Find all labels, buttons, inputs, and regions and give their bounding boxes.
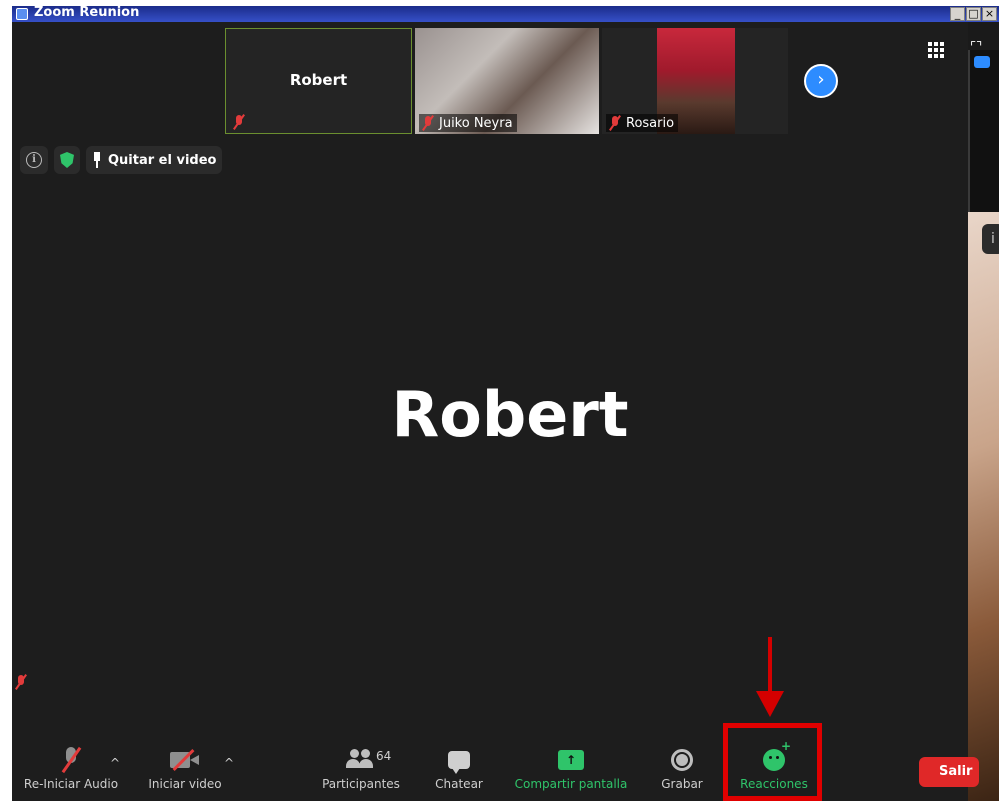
annotation-highlight-box — [723, 723, 822, 801]
video-button[interactable]: Iniciar video — [145, 745, 225, 791]
minimize-button[interactable]: _ — [950, 7, 965, 21]
annotation-arrow — [756, 637, 784, 721]
secondary-video — [968, 212, 999, 801]
muted-mic-icon — [608, 115, 622, 131]
video-off-icon — [170, 749, 200, 771]
next-page-button[interactable]: › — [804, 64, 838, 98]
thumbnail-name: Robert — [289, 71, 348, 89]
audio-button[interactable]: Re-Iniciar Audio — [22, 745, 120, 791]
participants-label: Participantes — [322, 777, 400, 791]
chat-label: Chatear — [435, 777, 483, 791]
chat-button[interactable]: Chatear — [430, 745, 488, 791]
muted-microphone-icon — [63, 747, 79, 773]
thumbnail-label: Juiko Neyra — [419, 114, 517, 132]
video-options-caret-icon[interactable]: ^ — [224, 756, 234, 770]
thumbnail-name: Rosario — [626, 115, 675, 131]
window-title: Zoom Reunion — [34, 5, 140, 20]
shield-icon — [60, 152, 74, 168]
thumbnail-name: Juiko Neyra — [439, 115, 513, 131]
window-controls: _ □ × — [950, 7, 997, 21]
participants-icon — [346, 749, 376, 771]
share-screen-icon: ↑ — [558, 750, 584, 770]
meeting-info-bar: i Quitar el video — [20, 146, 223, 174]
title-bar: Zoom Reunion _ □ × — [12, 6, 999, 22]
thumbnail-label — [230, 113, 250, 131]
zoom-app-icon — [16, 8, 28, 20]
thumbnail-rosario[interactable]: Rosario — [602, 28, 788, 134]
record-icon — [671, 749, 693, 771]
participants-count: 64 — [376, 749, 392, 763]
audio-options-caret-icon[interactable]: ^ — [110, 756, 120, 770]
gallery-view-icon[interactable] — [928, 42, 944, 58]
chat-icon — [448, 751, 470, 774]
muted-mic-icon — [421, 115, 435, 131]
leave-meeting-button[interactable]: Salir — [919, 757, 979, 787]
muted-mic-icon — [232, 114, 246, 130]
thumbnail-label: Rosario — [606, 114, 679, 132]
pin-icon — [92, 152, 102, 168]
camera-badge-icon — [974, 56, 990, 68]
fullscreen-icon[interactable]: ⌜⌝ — [970, 40, 982, 55]
close-button[interactable]: × — [982, 7, 997, 21]
unpin-video-button[interactable]: Quitar el video — [86, 146, 223, 174]
speaker-muted-icon — [14, 674, 28, 690]
share-screen-button[interactable]: ↑ Compartir pantalla — [512, 745, 630, 791]
share-screen-label: Compartir pantalla — [514, 777, 628, 791]
secondary-window-header — [968, 50, 999, 235]
video-label: Iniciar video — [148, 777, 222, 791]
active-speaker-name: Robert — [391, 378, 629, 451]
thumbnail-juiko-neyra[interactable]: Juiko Neyra — [415, 28, 599, 134]
unpin-video-label: Quitar el video — [108, 152, 217, 168]
maximize-button[interactable]: □ — [966, 7, 981, 21]
secondary-info-icon[interactable]: i — [982, 224, 999, 254]
info-icon: i — [26, 152, 42, 168]
record-button[interactable]: Grabar — [656, 745, 708, 791]
thumbnail-robert[interactable]: Robert — [225, 28, 412, 134]
zoom-window: Zoom Reunion _ □ × i Robert Juiko Neyra … — [0, 0, 999, 801]
record-label: Grabar — [661, 777, 703, 791]
audio-label: Re-Iniciar Audio — [23, 777, 119, 791]
security-button[interactable] — [54, 146, 80, 174]
meeting-info-button[interactable]: i — [20, 146, 48, 174]
